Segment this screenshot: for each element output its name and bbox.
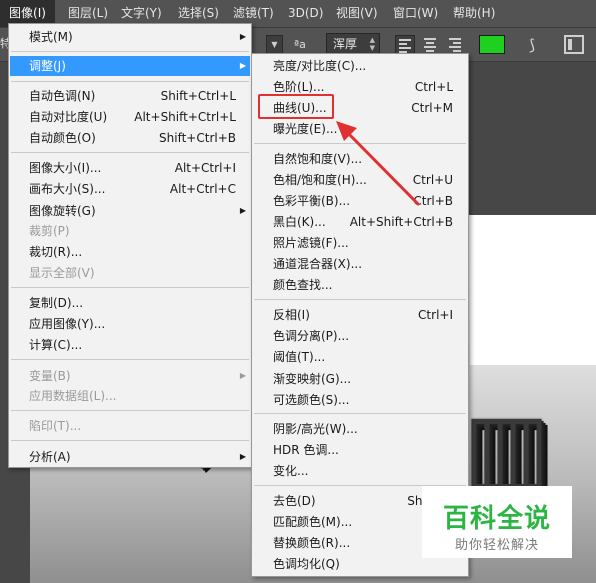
menu-item-threshold[interactable]: 阈值(T)... xyxy=(253,347,467,367)
menu-item-apply-data-set[interactable]: 应用数据组(L)... xyxy=(10,386,250,406)
menu-item-exposure[interactable]: 曝光度(E)... xyxy=(253,119,467,139)
anti-alias-icon: ªa xyxy=(294,38,306,51)
menu-item-analysis[interactable]: 分析(A) ▶ xyxy=(10,447,250,467)
menu-item-shadows-highlights[interactable]: 阴影/高光(W)... xyxy=(253,419,467,439)
select-arrows-icon: ▲ ▼ xyxy=(369,36,375,52)
menu-item-auto-tone[interactable]: 自动色调(N) Shift+Ctrl+L xyxy=(10,86,250,106)
image-menu-dropdown: 模式(M) ▶ 调整(J) ▶ 自动色调(N) Shift+Ctrl+L 自动对比度(… xyxy=(8,23,252,468)
submenu-arrow-icon: ▶ xyxy=(239,452,246,461)
menu-item-duplicate[interactable]: 复制(D)... xyxy=(10,293,250,313)
menu-item-vibrance[interactable]: 自然饱和度(V)... xyxy=(253,149,467,169)
menu-item-gradient-map[interactable]: 渐变映射(G)... xyxy=(253,369,467,389)
text-color-swatch[interactable] xyxy=(479,35,505,54)
menu-separator xyxy=(254,299,466,300)
menu-separator xyxy=(254,143,466,144)
menu-item-trap[interactable]: 陷印(T)... xyxy=(10,416,250,436)
menu-item-image-rotation[interactable]: 图像旋转(G) ▶ xyxy=(10,201,250,221)
menu-item-apply-image[interactable]: 应用图像(Y)... xyxy=(10,314,250,334)
menu-item-black-white[interactable]: 黑白(K)... Alt+Shift+Ctrl+B xyxy=(253,212,467,232)
menu-item-variations[interactable]: 变化... xyxy=(253,461,467,481)
menu-separator xyxy=(254,413,466,414)
annotation-highlight-box xyxy=(258,94,334,119)
menu-item-selective-color[interactable]: 可选颜色(S)... xyxy=(253,390,467,410)
menu-item-color-balance[interactable]: 色彩平衡(B)... Ctrl+B xyxy=(253,191,467,211)
canvas-text-graphic-right: ▥ xyxy=(463,392,550,500)
menu-item-auto-color[interactable]: 自动颜色(O) Shift+Ctrl+B xyxy=(10,128,250,148)
menu-item-color-lookup[interactable]: 颜色查找... xyxy=(253,275,467,295)
submenu-arrow-icon: ▶ xyxy=(239,61,246,70)
watermark-title: 百科全说 xyxy=(442,504,551,534)
submenu-arrow-icon: ▶ xyxy=(239,371,246,380)
menu-item-hue-saturation[interactable]: 色相/饱和度(H)... Ctrl+U xyxy=(253,170,467,190)
anti-alias-value: 浑厚 xyxy=(333,37,358,51)
warp-text-icon[interactable]: ⟆ xyxy=(522,34,542,56)
anti-alias-select[interactable]: 浑厚 ▲ ▼ xyxy=(326,33,380,55)
menu-item-trim[interactable]: 裁切(R)... xyxy=(10,242,250,262)
menu-separator xyxy=(11,152,249,153)
menu-item-variables[interactable]: 变量(B) ▶ xyxy=(10,366,250,386)
menu-item-posterize[interactable]: 色调分离(P)... xyxy=(253,326,467,346)
menu-separator xyxy=(11,359,249,360)
toggle-panels-icon[interactable] xyxy=(564,35,584,54)
menu-item-canvas-size[interactable]: 画布大小(S)... Alt+Ctrl+C xyxy=(10,179,250,199)
menu-view[interactable]: 视图(V) xyxy=(336,0,378,27)
menu-item-invert[interactable]: 反相(I) Ctrl+I xyxy=(253,305,467,325)
menu-item-reveal-all[interactable]: 显示全部(V) xyxy=(10,263,250,283)
align-right-button[interactable] xyxy=(444,35,464,54)
menu-item-mode[interactable]: 模式(M) ▶ xyxy=(10,27,250,47)
menu-3d[interactable]: 3D(D) xyxy=(288,0,323,27)
align-center-button[interactable] xyxy=(420,35,440,54)
watermark: 百科全说 助你轻松解决 xyxy=(422,486,572,558)
align-left-button[interactable] xyxy=(395,35,415,54)
menu-separator xyxy=(11,51,249,52)
menu-item-image-size[interactable]: 图像大小(I)... Alt+Ctrl+I xyxy=(10,158,250,178)
menu-item-hdr-toning[interactable]: HDR 色调... xyxy=(253,440,467,460)
menu-item-auto-contrast[interactable]: 自动对比度(U) Alt+Shift+Ctrl+L xyxy=(10,107,250,127)
submenu-arrow-icon: ▶ xyxy=(239,206,246,215)
menu-separator xyxy=(11,81,249,82)
menu-item-channel-mixer[interactable]: 通道混合器(X)... xyxy=(253,254,467,274)
menu-window[interactable]: 窗口(W) xyxy=(393,0,438,27)
menu-item-calculations[interactable]: 计算(C)... xyxy=(10,335,250,355)
menu-help[interactable]: 帮助(H) xyxy=(453,0,495,27)
watermark-subtitle: 助你轻松解决 xyxy=(454,538,539,553)
submenu-arrow-icon: ▶ xyxy=(239,32,246,41)
menu-separator xyxy=(11,440,249,441)
canvas-highlight xyxy=(470,215,596,365)
menu-item-brightness-contrast[interactable]: 亮度/对比度(C)... xyxy=(253,56,467,76)
menu-separator xyxy=(11,410,249,411)
menu-item-crop[interactable]: 裁剪(P) xyxy=(10,221,250,241)
font-size-dropdown-button[interactable]: ▼ xyxy=(266,35,283,54)
menu-separator xyxy=(11,287,249,288)
menu-item-adjustments[interactable]: 调整(J) ▶ xyxy=(10,56,250,76)
menu-item-photo-filter[interactable]: 照片滤镜(F)... xyxy=(253,233,467,253)
